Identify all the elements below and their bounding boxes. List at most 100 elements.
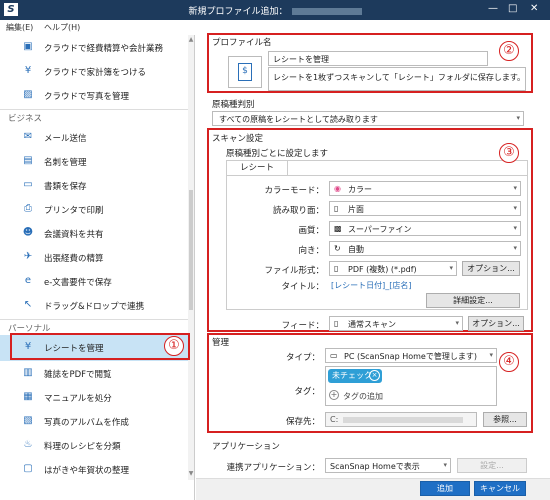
- rotation-value: 自動: [348, 245, 364, 254]
- recipe-icon: ♨: [23, 439, 33, 450]
- color-mode-label: カラーモード：: [264, 186, 324, 196]
- image-quality-select[interactable]: ▩ スーパーファイン ▾: [329, 221, 521, 236]
- chevron-down-icon: ▾: [489, 351, 493, 359]
- linked-app-value: ScanSnap Homeで表示: [330, 462, 420, 471]
- sidebar-item-printer[interactable]: ⎙ プリンタで印刷: [0, 197, 194, 221]
- rotation-select[interactable]: ↻ 自動 ▾: [329, 241, 521, 256]
- section-divider: [0, 109, 194, 110]
- scan-subtitle: 原稿種別ごとに設定します: [226, 149, 329, 159]
- file-format-value: PDF (複数) (*.pdf): [348, 265, 417, 274]
- doc-type-label: 原稿種判別: [212, 100, 255, 110]
- menu-help[interactable]: ヘルプ(H): [44, 22, 80, 33]
- file-format-options-button[interactable]: オプション...: [462, 261, 520, 276]
- scroll-down-arrow[interactable]: ▼: [188, 470, 194, 478]
- add-tag-link[interactable]: タグの追加: [343, 391, 383, 402]
- linked-app-label: 連携アプリケーション：: [226, 463, 320, 473]
- cancel-button[interactable]: キャンセル: [474, 481, 526, 496]
- feed-value: 通常スキャン: [348, 320, 396, 329]
- profile-name-input[interactable]: レシートを管理: [268, 51, 488, 66]
- management-type-value: PC (ScanSnap Homeで管理します): [344, 352, 477, 361]
- chevron-down-icon: ▾: [449, 264, 453, 272]
- highlight-box-1: [10, 333, 190, 360]
- scan-side-select[interactable]: ▯ 片面 ▾: [329, 201, 521, 216]
- sidebar-item-album[interactable]: ▧ 写真のアルバムを作成: [0, 409, 194, 433]
- annotation-number-3: ③: [499, 143, 519, 163]
- management-type-select[interactable]: ▭ PC (ScanSnap Homeで管理します) ▾: [325, 348, 497, 363]
- save-location-label: 保存先：: [285, 417, 320, 427]
- menu-edit[interactable]: 編集(E): [6, 22, 33, 33]
- sidebar-item-recipe[interactable]: ♨ 料理のレシピを分類: [0, 433, 194, 457]
- sidebar-item-label: クラウドで経費精算や会計業務: [44, 44, 164, 54]
- cloud-receipt-icon: ▣: [23, 41, 33, 52]
- scroll-up-arrow[interactable]: ▲: [188, 36, 194, 44]
- profile-icon-box[interactable]: $: [228, 56, 262, 88]
- remove-tag-icon[interactable]: ×: [369, 370, 380, 381]
- add-button[interactable]: 追加: [420, 481, 470, 496]
- monitor-icon: ▭: [330, 351, 338, 360]
- sidebar-item-label: 料理のレシピを分類: [44, 442, 121, 452]
- color-mode-select[interactable]: ◉ カラー ▾: [329, 181, 521, 196]
- application-section-title: アプリケーション: [212, 442, 280, 452]
- file-format-select[interactable]: ▯ PDF (複数) (*.pdf) ▾: [329, 261, 457, 276]
- sidebar-item-business-card[interactable]: ▤ 名刺を管理: [0, 149, 194, 173]
- sidebar-item-magazine[interactable]: ▥ 雑誌をPDFで閲覧: [0, 361, 194, 385]
- browse-button[interactable]: 参照...: [483, 412, 527, 427]
- chevron-down-icon: ▾: [513, 244, 517, 252]
- drag-drop-icon: ↖: [23, 299, 33, 310]
- sidebar-item-e-document[interactable]: e e-文書要件で保存: [0, 269, 194, 293]
- sidebar-item-drag-drop[interactable]: ↖ ドラッグ&ドロップで連携: [0, 293, 194, 317]
- chevron-down-icon: ▾: [516, 114, 520, 122]
- maximize-button[interactable]: □: [508, 3, 517, 14]
- rotate-icon: ↻: [334, 244, 341, 253]
- chevron-down-icon: ▾: [455, 319, 459, 327]
- section-business: ビジネス: [8, 114, 43, 124]
- chevron-down-icon: ▾: [513, 224, 517, 232]
- detail-settings-button[interactable]: 詳細設定...: [426, 293, 520, 308]
- close-button[interactable]: ✕: [530, 3, 538, 14]
- feed-icon: ▯: [334, 319, 339, 328]
- folder-icon: ▭: [23, 179, 33, 190]
- add-tag-icon[interactable]: +: [329, 390, 339, 400]
- profile-section-title: プロファイル名: [212, 38, 272, 48]
- sidebar-item-household-budget[interactable]: ¥ クラウドで家計簿をつける: [0, 59, 194, 83]
- magazine-icon: ▥: [23, 367, 33, 378]
- sidebar-scroll-thumb[interactable]: [189, 190, 193, 310]
- chevron-down-icon: ▾: [513, 184, 517, 192]
- pdf-file-icon: ▯: [334, 264, 339, 273]
- tag-chip[interactable]: 未チェック ×: [328, 369, 382, 383]
- manual-icon: ▦: [23, 391, 33, 402]
- sidebar-item-label: 名刺を管理: [44, 158, 87, 168]
- scan-side-value: 片面: [348, 205, 364, 214]
- app-settings-button[interactable]: 設定...: [457, 458, 527, 473]
- management-section-title: 管理: [212, 338, 230, 348]
- sidebar-item-cloud-photo[interactable]: ▨ クラウドで写真を管理: [0, 83, 194, 107]
- sidebar-item-manual[interactable]: ▦ マニュアルを処分: [0, 385, 194, 409]
- scan-side-label: 読み取り面：: [272, 206, 324, 216]
- sidebar-item-postcard[interactable]: ▢ はがきや年賀状の整理: [0, 457, 194, 481]
- sidebar-item-label: はがきや年賀状の整理: [44, 466, 130, 476]
- image-quality-value: スーパーファイン: [348, 225, 412, 234]
- mail-icon: ✉: [23, 131, 33, 142]
- minimize-button[interactable]: —: [488, 3, 498, 14]
- doc-type-select[interactable]: すべての原稿をレシートとして読み取ります ▾: [212, 111, 524, 126]
- sidebar-item-meeting[interactable]: ☻ 会議資料を共有: [0, 221, 194, 245]
- household-budget-icon: ¥: [24, 65, 32, 76]
- e-document-icon: e: [24, 275, 32, 286]
- sidebar-item-travel-expense[interactable]: ✈ 出張経費の精算: [0, 245, 194, 269]
- sidebar-item-mail[interactable]: ✉ メール送信: [0, 125, 194, 149]
- feed-select[interactable]: ▯ 通常スキャン ▾: [329, 316, 463, 331]
- blurred-profile-name: [291, 8, 362, 15]
- feed-options-button[interactable]: オプション...: [468, 316, 524, 331]
- people-icon: ☻: [22, 227, 34, 238]
- postcard-icon: ▢: [23, 463, 33, 474]
- sidebar-item-label: メール送信: [44, 134, 87, 144]
- save-path-input[interactable]: C:: [325, 412, 477, 427]
- profile-description-input[interactable]: レシートを1枚ずつスキャンして「レシート」フォルダに保存します。: [268, 67, 526, 91]
- title-value-link[interactable]: [レシート日付]_[店名]: [331, 280, 411, 291]
- album-icon: ▧: [23, 415, 33, 426]
- linked-app-select[interactable]: ScanSnap Homeで表示 ▾: [325, 458, 451, 473]
- sidebar-item-save-document[interactable]: ▭ 書類を保存: [0, 173, 194, 197]
- tab-receipt[interactable]: レシート: [226, 160, 288, 175]
- sidebar-item-cloud-expense[interactable]: ▣ クラウドで経費精算や会計業務: [0, 35, 194, 59]
- sidebar-item-label: 出張経費の精算: [44, 254, 104, 264]
